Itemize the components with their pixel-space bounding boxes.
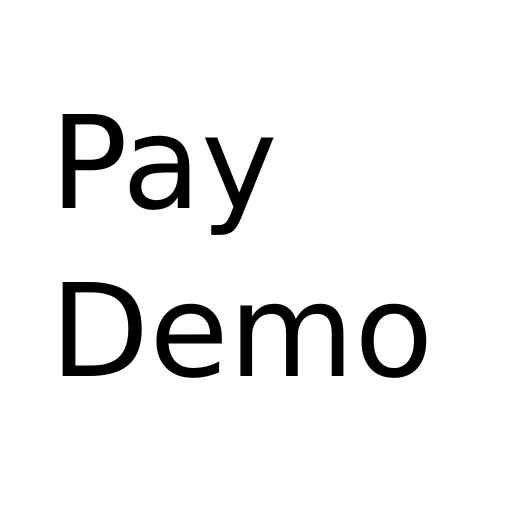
splash-screen: Pay Demo [0,0,512,512]
app-title-line-2: Demo [50,257,434,407]
app-title-line-1: Pay [50,89,278,239]
